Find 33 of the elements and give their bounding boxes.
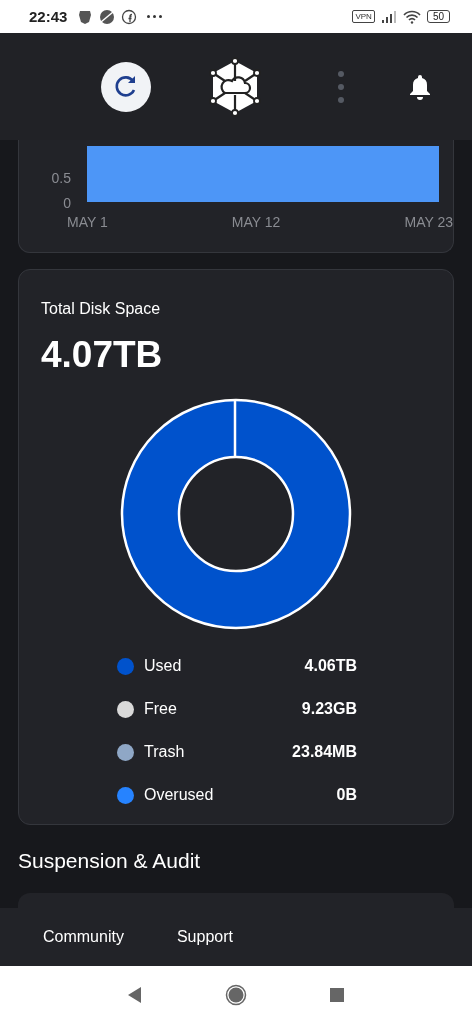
legend-value: 9.23GB: [301, 700, 357, 718]
axis-label: 0: [63, 195, 71, 211]
legend-label: Used: [144, 657, 183, 675]
footer-link[interactable]: Community: [43, 928, 124, 946]
total-value: 4.07TB: [41, 334, 164, 376]
axis-label: MAY 12: [231, 214, 281, 230]
card-title: Total Disk Space: [41, 300, 162, 318]
axis-label: MAY 23: [404, 214, 453, 230]
footer-link[interactable]: Support: [176, 928, 233, 946]
vpn-badge: VPN: [352, 10, 375, 23]
refresh-button[interactable]: [101, 61, 151, 112]
legend-value: 23.84MB: [292, 743, 357, 761]
legend-value: 0B: [336, 786, 357, 804]
legend-label: Trash: [144, 743, 186, 761]
home-icon[interactable]: [225, 984, 247, 1006]
back-icon[interactable]: [127, 986, 143, 1004]
more-icon: [147, 15, 163, 18]
facebook-icon: [121, 8, 138, 25]
section-title: Suspension & Audit: [18, 849, 202, 873]
battery-indicator: 50: [426, 10, 450, 23]
planet-icon: [99, 8, 116, 25]
legend-label: Overused: [144, 786, 215, 804]
refresh-icon: [114, 74, 138, 99]
legend-label: Free: [144, 700, 178, 718]
bell-icon[interactable]: [408, 72, 432, 101]
axis-label: 0.5: [51, 170, 71, 186]
recents-icon[interactable]: [329, 987, 345, 1003]
lion-shield-icon: [77, 8, 94, 25]
wifi-icon: [402, 9, 421, 24]
axis-label: MAY 1: [67, 214, 108, 230]
signal-icon: [380, 9, 397, 24]
status-time: 22:43: [29, 8, 68, 25]
legend-value: 4.06TB: [304, 657, 357, 675]
